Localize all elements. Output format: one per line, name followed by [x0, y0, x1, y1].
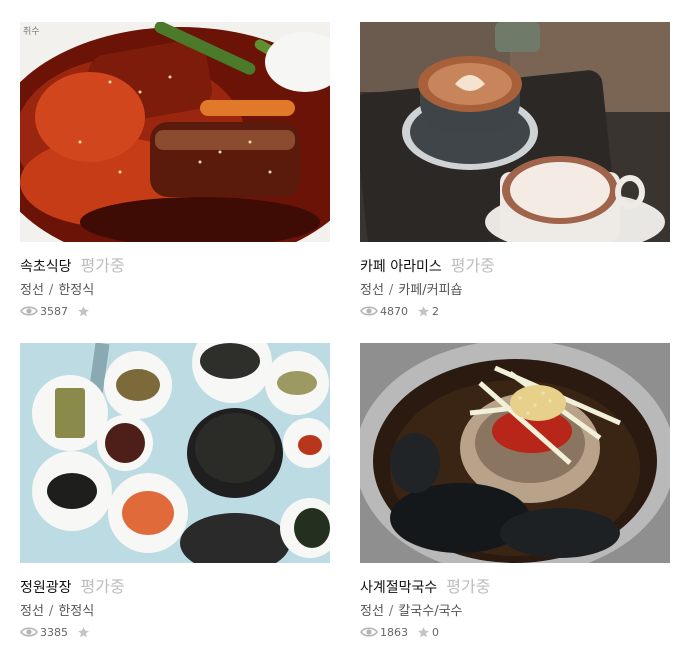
restaurant-stats: 3587 [20, 303, 330, 319]
restaurant-photo[interactable] [360, 22, 670, 242]
star-count: 0 [432, 625, 439, 639]
restaurant-name[interactable]: 속초식당 [20, 256, 72, 276]
meta-separator: / [388, 604, 394, 619]
restaurant-meta: 정선 / 칼국수/국수 [360, 600, 670, 619]
view-count: 1863 [380, 625, 408, 639]
view-count: 4870 [380, 304, 408, 318]
rating-status: 평가중 [450, 256, 495, 275]
eye-icon [20, 627, 38, 637]
region-label: 정선 [360, 283, 384, 298]
restaurant-card[interactable]: 사계절막국수 평가중 정선 / 칼국수/국수 1863 0 [360, 343, 670, 640]
region-label: 정선 [20, 604, 44, 619]
photo-watermark: 취수 [23, 26, 40, 37]
eye-icon [360, 627, 378, 637]
region-label: 정선 [360, 604, 384, 619]
restaurant-name[interactable]: 정원광장 [20, 577, 72, 597]
restaurant-stats: 4870 2 [360, 303, 670, 319]
restaurant-name[interactable]: 카페 아라미스 [360, 256, 442, 276]
restaurant-meta: 정선 / 한정식 [20, 279, 330, 298]
restaurant-stats: 1863 0 [360, 624, 670, 640]
restaurant-card[interactable]: 카페 아라미스 평가중 정선 / 카페/커피숍 4870 2 [360, 22, 670, 319]
region-label: 정선 [20, 283, 44, 298]
star-icon [418, 626, 429, 637]
meta-separator: / [48, 283, 54, 298]
restaurant-photo[interactable] [360, 343, 670, 563]
star-icon [78, 626, 89, 637]
category-label: 한정식 [58, 604, 95, 619]
view-count: 3587 [40, 304, 68, 318]
category-label: 칼국수/국수 [398, 604, 463, 619]
rating-status: 평가중 [80, 256, 125, 275]
eye-icon [360, 306, 378, 316]
restaurant-card[interactable]: 정원광장 평가중 정선 / 한정식 3385 [20, 343, 330, 640]
category-label: 한정식 [58, 283, 95, 298]
restaurant-meta: 정선 / 카페/커피숍 [360, 279, 670, 298]
view-count: 3385 [40, 625, 68, 639]
restaurant-name[interactable]: 사계절막국수 [360, 577, 437, 597]
meta-separator: / [48, 604, 54, 619]
restaurant-stats: 3385 [20, 624, 330, 640]
restaurant-card[interactable]: 취수 속초식당 평가중 정선 / 한정식 3587 [20, 22, 330, 319]
rating-status: 평가중 [446, 577, 491, 596]
restaurant-photo[interactable] [20, 343, 330, 563]
rating-status: 평가중 [80, 577, 125, 596]
meta-separator: / [388, 283, 394, 298]
restaurant-photo[interactable]: 취수 [20, 22, 330, 242]
star-icon [418, 305, 429, 316]
restaurant-meta: 정선 / 한정식 [20, 600, 330, 619]
star-count: 2 [432, 304, 439, 318]
eye-icon [20, 306, 38, 316]
category-label: 카페/커피숍 [398, 283, 463, 298]
star-icon [78, 305, 89, 316]
